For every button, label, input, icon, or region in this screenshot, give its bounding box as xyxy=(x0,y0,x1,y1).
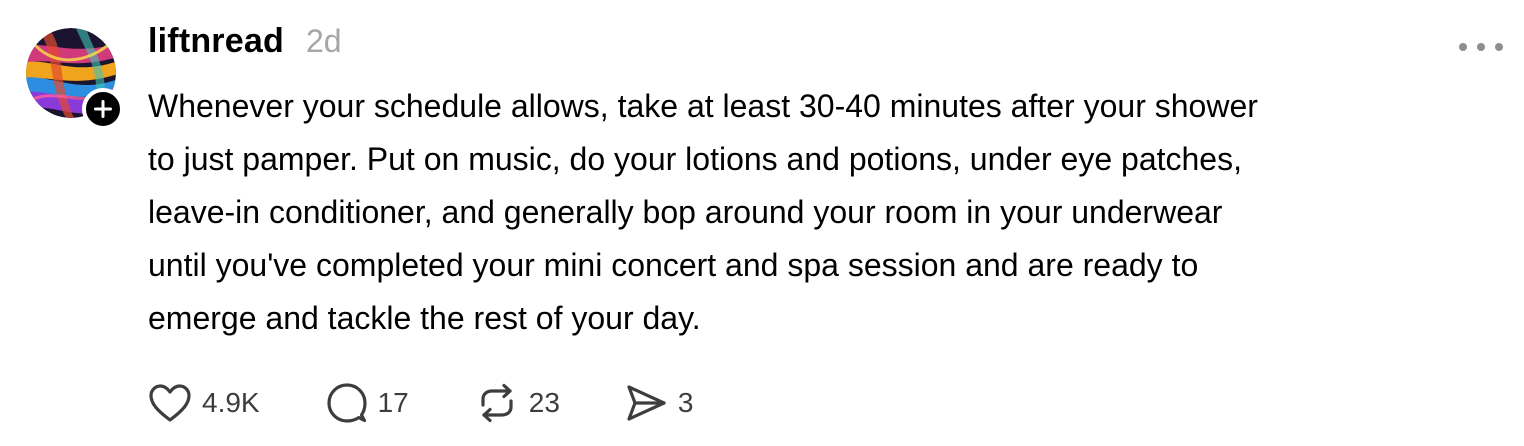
thread-post: liftnread 2d Whenever your schedule allo… xyxy=(0,0,1524,446)
share-count: 3 xyxy=(677,387,694,418)
post-body-line: Whenever your schedule allows, take at l… xyxy=(148,88,1258,124)
post-body-line: until you've completed your mini concert… xyxy=(148,247,1199,283)
reply-count: 17 xyxy=(377,387,409,418)
post-body: Whenever your schedule allows, take at l… xyxy=(148,80,1508,345)
ellipsis-icon xyxy=(1459,43,1503,51)
more-options-button[interactable] xyxy=(1456,34,1506,60)
like-button[interactable]: 4.9K xyxy=(148,383,260,423)
share-button[interactable]: 3 xyxy=(624,383,694,423)
heart-icon xyxy=(149,384,191,422)
avatar-container[interactable] xyxy=(26,28,124,130)
paper-plane-icon xyxy=(627,385,666,421)
post-header: liftnread 2d xyxy=(148,22,342,61)
like-count: 4.9K xyxy=(202,387,260,418)
speech-bubble-icon xyxy=(327,383,367,423)
repost-button[interactable]: 23 xyxy=(475,383,560,423)
post-body-line: emerge and tackle the rest of your day. xyxy=(148,300,701,336)
repost-count: 23 xyxy=(528,387,560,418)
post-body-line: to just pamper. Put on music, do your lo… xyxy=(148,141,1242,177)
follow-button[interactable] xyxy=(82,88,124,130)
plus-icon xyxy=(94,100,112,118)
username[interactable]: liftnread xyxy=(148,22,284,61)
action-bar: 4.9K 17 23 3 xyxy=(148,380,694,426)
post-body-line: leave-in conditioner, and generally bop … xyxy=(148,194,1223,230)
repost-arrows-icon xyxy=(481,383,513,423)
timestamp: 2d xyxy=(305,23,342,59)
reply-button[interactable]: 17 xyxy=(326,382,409,424)
